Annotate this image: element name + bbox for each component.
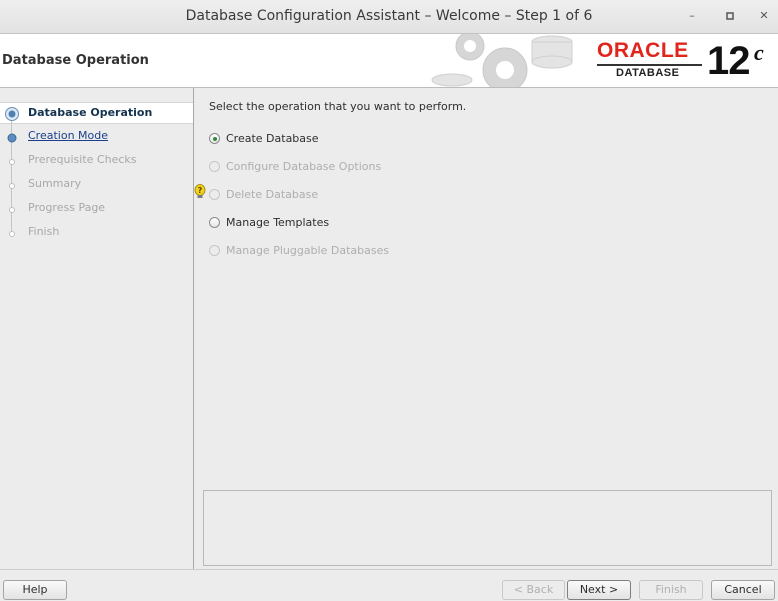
step-label: Summary [28, 177, 82, 190]
description-panel [203, 490, 772, 566]
option-label: Configure Database Options [226, 160, 382, 173]
step-finish: Finish [0, 222, 193, 242]
logo-divider [597, 64, 702, 66]
lightbulb-hint-icon: ? [194, 184, 206, 198]
step-creation-mode[interactable]: Creation Mode [0, 126, 193, 146]
step-label: Prerequisite Checks [28, 153, 137, 166]
oracle-logo-text: ORACLE [597, 39, 689, 62]
radio-button [209, 245, 220, 256]
option-label: Delete Database [226, 188, 319, 201]
pending-step-icon [9, 207, 15, 213]
steps-sidebar: Database Operation Creation Mode Prerequ… [0, 88, 194, 569]
step-progress-page: Progress Page [0, 198, 193, 218]
radio-selected-dot [212, 136, 217, 141]
minimize-button[interactable]: – [684, 8, 700, 24]
oracle-logo-sub: DATABASE [616, 67, 680, 79]
back-button[interactable]: < Back [502, 580, 565, 600]
gears-decoration-icon [431, 34, 573, 87]
maximize-icon [726, 12, 734, 20]
option-label[interactable]: Manage Templates [226, 216, 329, 229]
step-label: Database Operation [28, 106, 153, 119]
radio-button [209, 189, 220, 200]
svg-text:?: ? [198, 186, 203, 195]
footer-bar: Help < Back Next > Finish Cancel [0, 569, 778, 601]
window-title: Database Configuration Assistant – Welco… [185, 8, 593, 24]
version-suffix: c [754, 40, 764, 65]
header-banner: Database Operation ORACLE DATABASE 12 c [0, 34, 778, 88]
close-button[interactable]: ✕ [756, 8, 772, 24]
cancel-button[interactable]: Cancel [711, 580, 775, 600]
step-label: Finish [28, 225, 60, 238]
next-button[interactable]: Next > [567, 580, 631, 600]
option-label: Manage Pluggable Databases [226, 244, 390, 257]
maximize-button[interactable] [722, 8, 738, 24]
instruction-text: Select the operation that you want to pe… [209, 100, 467, 113]
radio-button[interactable] [209, 133, 220, 144]
radio-button[interactable] [209, 217, 220, 228]
pending-step-icon [9, 231, 15, 237]
version-number: 12 [707, 39, 750, 83]
step-label: Progress Page [28, 201, 106, 214]
pending-step-icon [9, 159, 15, 165]
step-label[interactable]: Creation Mode [28, 129, 108, 142]
radio-button [209, 161, 220, 172]
finish-button[interactable]: Finish [639, 580, 703, 600]
step-summary: Summary [0, 174, 193, 194]
visited-step-icon [7, 133, 17, 143]
current-step-icon [5, 107, 19, 121]
pending-step-icon [9, 183, 15, 189]
page-title: Database Operation [2, 53, 149, 68]
oracle-logo: ORACLE DATABASE 12 c [597, 39, 777, 83]
main-panel: Select the operation that you want to pe… [194, 88, 778, 569]
step-prerequisite-checks: Prerequisite Checks [0, 150, 193, 170]
option-label[interactable]: Create Database [226, 132, 319, 145]
step-database-operation: Database Operation [0, 102, 193, 124]
window-titlebar: Database Configuration Assistant – Welco… [0, 0, 778, 34]
help-button[interactable]: Help [3, 580, 67, 600]
